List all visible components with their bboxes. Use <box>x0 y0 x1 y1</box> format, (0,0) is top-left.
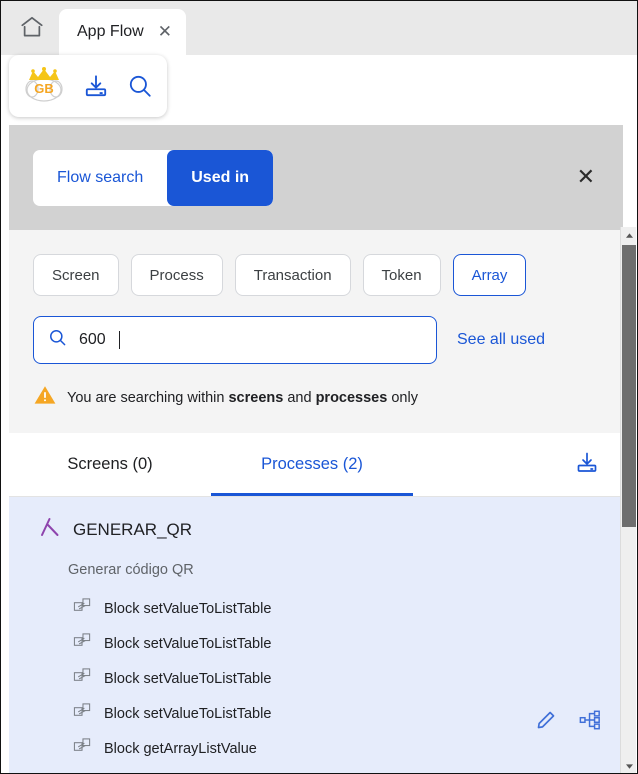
search-icon[interactable] <box>127 73 153 99</box>
chip-token[interactable]: Token <box>363 254 441 296</box>
tab-processes[interactable]: Processes (2) <box>211 433 413 496</box>
download-icon[interactable] <box>83 73 109 99</box>
block-label: Block setValueToListTable <box>104 706 271 722</box>
floating-toolbar-wrapper: GB <box>9 55 167 117</box>
tab-screens[interactable]: Screens (0) <box>9 433 211 496</box>
chip-screen[interactable]: Screen <box>33 254 119 296</box>
warning-bold-screens: screens <box>228 390 283 406</box>
segment-used-in[interactable]: Used in <box>167 150 273 206</box>
result-title: GENERAR_QR <box>73 520 192 540</box>
warning-prefix: You are searching within <box>67 390 228 406</box>
gb-logo-icon[interactable]: GB <box>23 66 65 106</box>
filter-section: Screen Process Transaction Token Array 6… <box>9 230 623 433</box>
block-icon <box>73 597 92 621</box>
search-icon <box>48 328 67 352</box>
scrollbar-thumb[interactable] <box>622 245 636 527</box>
block-icon <box>73 737 92 761</box>
see-all-used-link[interactable]: See all used <box>457 331 545 349</box>
floating-toolbar: GB <box>9 55 167 117</box>
chip-array[interactable]: Array <box>453 254 527 296</box>
list-item[interactable]: Block setValueToListTable <box>9 591 623 626</box>
scroll-up-arrow-icon[interactable] <box>621 227 637 243</box>
panel-header: Flow search Used in ✕ <box>9 125 623 230</box>
edit-pencil-icon[interactable] <box>535 709 557 731</box>
browser-tabstrip: App Flow ✕ <box>1 1 637 55</box>
tab-app-flow[interactable]: App Flow ✕ <box>59 9 186 55</box>
panel-close-icon[interactable]: ✕ <box>577 167 595 189</box>
scope-warning: You are searching within screens and pro… <box>33 384 599 411</box>
app-window: App Flow ✕ GB <box>0 0 638 774</box>
results-list: GENERAR_QR Generar código QR Block setVa… <box>9 497 623 773</box>
vertical-scrollbar[interactable] <box>620 227 636 774</box>
segment-flow-search[interactable]: Flow search <box>33 150 167 206</box>
list-item[interactable]: Block setValueToListTable <box>9 626 623 661</box>
block-list: Block setValueToListTable Block setValue… <box>9 591 623 766</box>
warning-middle: and <box>283 390 315 406</box>
hierarchy-icon[interactable] <box>579 709 601 731</box>
text-caret <box>119 331 120 349</box>
search-input[interactable]: 600 <box>33 316 437 364</box>
block-icon <box>73 632 92 656</box>
type-filter-chips: Screen Process Transaction Token Array <box>33 254 599 296</box>
svg-text:GB: GB <box>34 81 54 96</box>
block-label: Block setValueToListTable <box>104 601 271 617</box>
export-download-icon[interactable] <box>575 450 599 479</box>
result-subtitle: Generar código QR <box>9 562 623 578</box>
warning-suffix: only <box>387 390 418 406</box>
block-label: Block getArrayListValue <box>104 741 257 757</box>
list-item[interactable]: Block getArrayListValue <box>9 731 623 766</box>
result-actions <box>535 709 601 731</box>
list-item[interactable]: Block setValueToListTable <box>9 661 623 696</box>
scroll-down-arrow-icon[interactable] <box>621 758 637 774</box>
warning-triangle-icon <box>33 384 57 411</box>
block-icon <box>73 667 92 691</box>
scope-warning-text: You are searching within screens and pro… <box>67 390 418 406</box>
lambda-icon <box>39 515 61 544</box>
block-label: Block setValueToListTable <box>104 671 271 687</box>
search-row: 600 See all used <box>33 316 599 364</box>
search-input-value: 600 <box>79 331 106 349</box>
warning-bold-processes: processes <box>316 390 388 406</box>
chip-transaction[interactable]: Transaction <box>235 254 351 296</box>
home-icon <box>19 14 45 45</box>
list-item[interactable]: Block setValueToListTable <box>9 696 623 731</box>
results-tabs: Screens (0) Processes (2) <box>9 433 623 497</box>
result-item-header[interactable]: GENERAR_QR <box>9 515 623 544</box>
mode-segmented-control: Flow search Used in <box>33 150 273 206</box>
used-in-panel: Flow search Used in ✕ Screen Process Tra… <box>9 125 623 773</box>
block-label: Block setValueToListTable <box>104 636 271 652</box>
tab-label: App Flow <box>77 23 144 41</box>
chip-process[interactable]: Process <box>131 254 223 296</box>
home-button[interactable] <box>9 6 55 52</box>
block-icon <box>73 702 92 726</box>
close-icon[interactable]: ✕ <box>158 24 172 41</box>
